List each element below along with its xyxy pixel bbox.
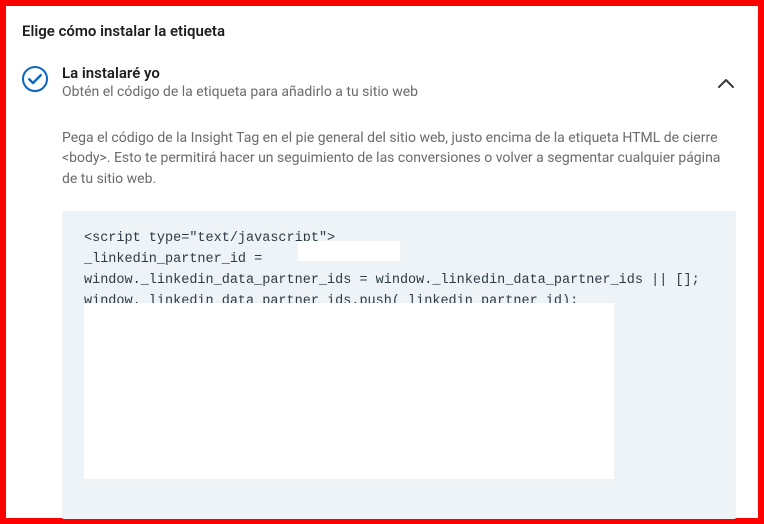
code-line-4: window._linkedin_data_partner_ids.push(_… <box>84 294 578 309</box>
install-option-title: La instalaré yo <box>62 64 702 82</box>
radio-selected-icon[interactable] <box>22 66 48 92</box>
panel-frame: Elige cómo instalar la etiqueta La insta… <box>0 0 764 524</box>
install-option-subtitle: Obtén el código de la etiqueta para añad… <box>62 84 702 100</box>
code-line-1: <script type="text/javascript"> <box>84 231 335 246</box>
chevron-up-icon[interactable] <box>716 74 736 94</box>
code-line-3: window._linkedin_data_partner_ids = wind… <box>84 273 700 288</box>
install-option-row[interactable]: La instalaré yo Obtén el código de la et… <box>22 64 742 100</box>
code-redacted-lines <box>84 315 716 497</box>
code-snippet[interactable]: <script type="text/javascript"> _linkedi… <box>62 211 736 519</box>
code-line-2: _linkedin_partner_id = <box>84 252 270 267</box>
instructions-text: Pega el código de la Insight Tag en el p… <box>62 128 736 189</box>
install-option-text: La instalaré yo Obtén el código de la et… <box>62 64 702 100</box>
page-title: Elige cómo instalar la etiqueta <box>22 22 742 40</box>
